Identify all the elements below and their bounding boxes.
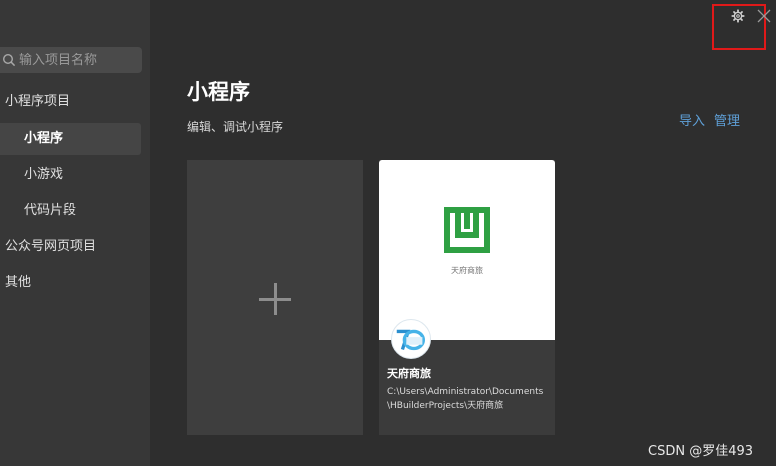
sidebar-group-other[interactable]: 其他: [5, 267, 31, 299]
sidebar-item-minigame[interactable]: 小游戏: [0, 159, 141, 191]
logo-caption: 天府商旅: [451, 266, 483, 275]
page-title: 小程序: [187, 80, 250, 104]
search-icon: [2, 53, 16, 67]
sidebar-item-code-snippets[interactable]: 代码片段: [0, 195, 141, 227]
search-input[interactable]: [19, 52, 139, 68]
sidebar-item-miniprogram[interactable]: 小程序: [0, 123, 141, 155]
sidebar-group-miniprogram-projects[interactable]: 小程序项目: [5, 86, 70, 118]
watermark: CSDN @罗佳493: [648, 444, 754, 459]
project-logo-icon: [444, 207, 490, 253]
import-link[interactable]: 导入: [679, 110, 705, 129]
page-subtitle: 编辑、调试小程序: [187, 120, 284, 134]
sidebar: 小程序项目 小程序 小游戏 代码片段 公众号网页项目 其他: [0, 0, 150, 466]
plus-icon-bar: [259, 298, 291, 301]
main-panel: 小程序 编辑、调试小程序 导入 管理 天府商旅 天府商旅 C:\Users\Ad…: [150, 0, 776, 466]
sidebar-group-official-account-web[interactable]: 公众号网页项目: [5, 231, 96, 263]
project-path: C:\Users\Administrator\Documents\HBuilde…: [387, 387, 544, 411]
project-preview: 天府商旅: [379, 160, 555, 340]
project-avatar: [391, 319, 431, 359]
manage-link[interactable]: 管理: [714, 110, 740, 129]
gear-icon[interactable]: [731, 9, 745, 23]
close-icon[interactable]: [757, 9, 771, 23]
new-project-card[interactable]: [187, 160, 363, 435]
project-card[interactable]: 天府商旅 天府商旅 C:\Users\Administrator\Documen…: [379, 160, 555, 435]
project-name: 天府商旅: [387, 367, 431, 380]
search-box[interactable]: [0, 47, 142, 73]
